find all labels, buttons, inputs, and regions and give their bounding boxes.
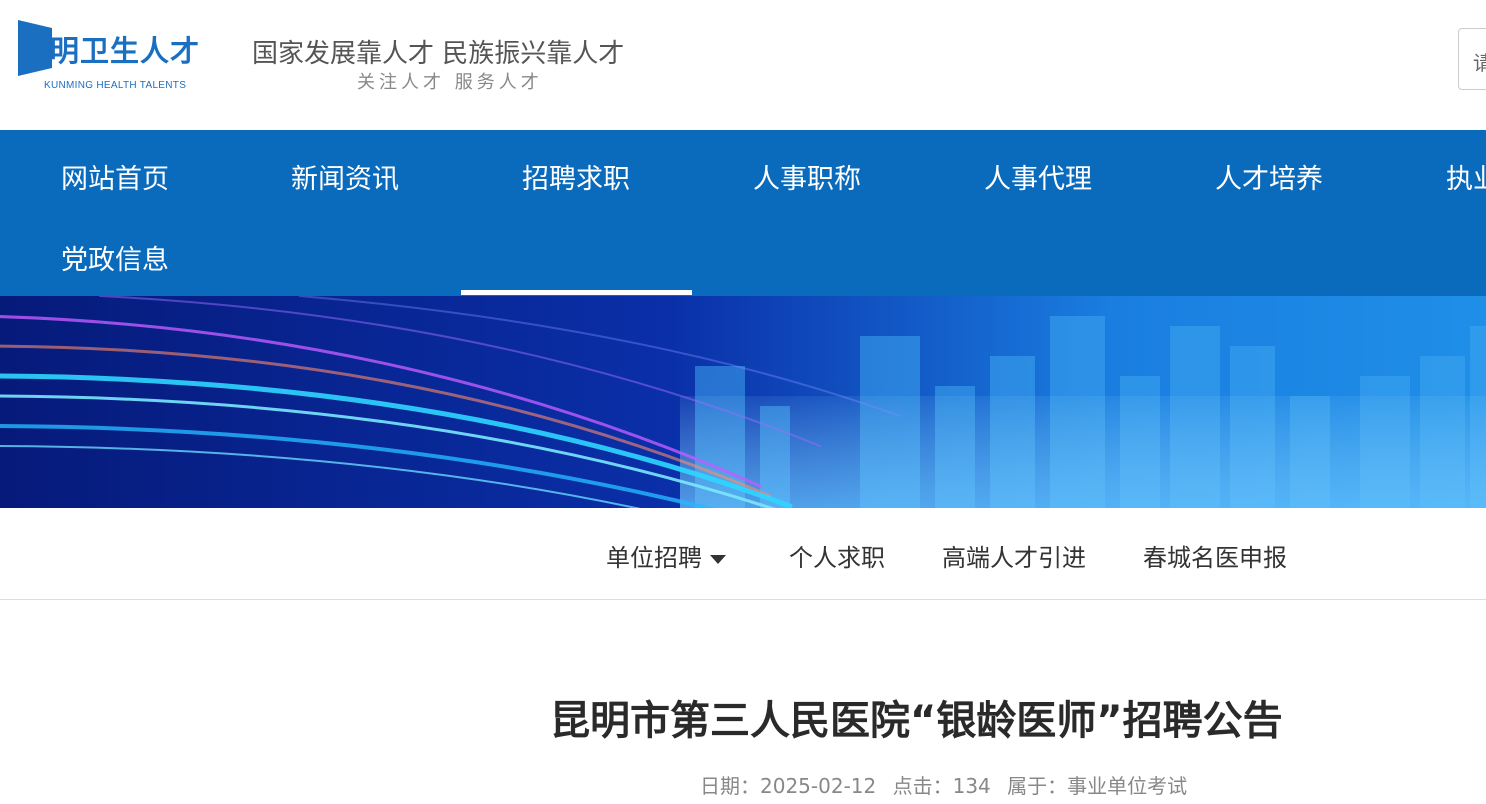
nav-item-home[interactable]: 网站首页 (61, 157, 169, 196)
hero-banner (0, 296, 1486, 508)
nav-item-party-info[interactable]: 党政信息 (61, 238, 169, 277)
nav-active-indicator (461, 290, 692, 295)
nav-item-personnel-titles[interactable]: 人事职称 (753, 157, 861, 196)
search-placeholder: 请 (1473, 51, 1486, 75)
subnav-item-unit-recruitment[interactable]: 单位招聘 (606, 538, 726, 573)
article-meta: 日期：2025-02-12 点击：134 属于：事业单位考试 (700, 770, 1197, 799)
article-category: 属于：事业单位考试 (1007, 774, 1188, 798)
site-header: 昆明卫生人才 KUNMING HEALTH TALENTS 国家发展靠人才 民族… (0, 0, 1486, 130)
banner-graphic (0, 296, 1486, 508)
subnav-item-label: 单位招聘 (606, 544, 702, 572)
article-date: 日期：2025-02-12 (700, 774, 877, 798)
caret-down-icon (710, 554, 726, 564)
site-slogan-sub: 关注人才 服务人才 (357, 72, 543, 93)
logo-subtitle: KUNMING HEALTH TALENTS (44, 80, 187, 91)
article-title: 昆明市第三人民医院“银龄医师”招聘公告 (550, 698, 1283, 744)
subnav-item-job-seeking[interactable]: 个人求职 (789, 538, 885, 573)
nav-item-talent-training[interactable]: 人才培养 (1215, 157, 1323, 196)
site-logo[interactable]: 昆明卫生人才 KUNMING HEALTH TALENTS (18, 20, 218, 95)
nav-item-personnel-agency[interactable]: 人事代理 (984, 157, 1092, 196)
nav-item-practice[interactable]: 执业 (1446, 157, 1486, 196)
nav-item-news[interactable]: 新闻资讯 (291, 157, 399, 196)
sub-nav: 单位招聘 个人求职 高端人才引进 春城名医申报 (0, 508, 1486, 600)
subnav-item-high-end-talent[interactable]: 高端人才引进 (942, 538, 1086, 573)
logo-text: 昆明卫生人才 (20, 34, 201, 68)
nav-item-recruitment[interactable]: 招聘求职 (522, 157, 630, 196)
subnav-item-famous-doctor[interactable]: 春城名医申报 (1143, 538, 1287, 573)
article-clicks: 点击：134 (892, 774, 991, 798)
search-input[interactable]: 请 (1458, 28, 1486, 90)
main-nav: 网站首页 新闻资讯 招聘求职 人事职称 人事代理 人才培养 执业 党政信息 (0, 130, 1486, 296)
site-slogan: 国家发展靠人才 民族振兴靠人才 (252, 39, 625, 69)
